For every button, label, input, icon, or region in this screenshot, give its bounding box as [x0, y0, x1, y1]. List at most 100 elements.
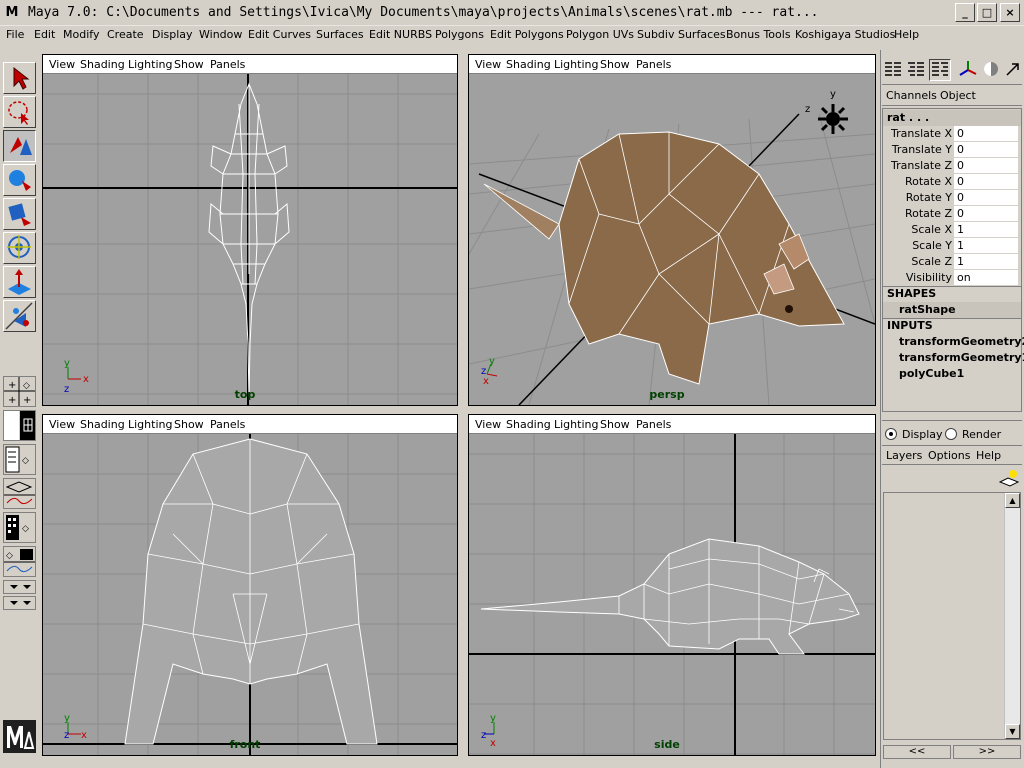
input-node[interactable]: polyCube1 — [899, 367, 964, 380]
maximize-button[interactable]: □ — [977, 3, 997, 22]
vp-menu-lighting[interactable]: Lighting — [128, 58, 172, 71]
menu-file[interactable]: File — [6, 28, 24, 41]
display-radio[interactable] — [885, 428, 897, 440]
lasso-tool-button[interactable] — [3, 96, 36, 128]
vp-menu-show[interactable]: Show — [174, 58, 204, 71]
channel-translate-z[interactable]: Translate Z0 — [884, 158, 1018, 174]
layout-single-button[interactable] — [3, 410, 36, 441]
object-name-row[interactable]: rat . . . — [883, 110, 1021, 126]
input-node[interactable]: transformGeometry2 — [899, 335, 1024, 348]
layout-dropdown-2[interactable] — [3, 596, 36, 610]
channel-value[interactable]: on — [954, 270, 1018, 285]
vp-menu-view[interactable]: View — [49, 58, 75, 71]
menu-edit-polygons[interactable]: Edit Polygons — [490, 28, 564, 41]
vp-menu-lighting[interactable]: Lighting — [554, 418, 598, 431]
help-menu[interactable]: Help — [976, 449, 1001, 462]
layer-list[interactable]: ▲ ▼ — [883, 492, 1021, 740]
new-layer-button[interactable] — [998, 468, 1020, 488]
shape-row[interactable]: ratShape — [883, 302, 1021, 318]
scroll-up-button[interactable]: ▲ — [1005, 493, 1020, 508]
channel-value[interactable]: 0 — [954, 158, 1018, 173]
layout-quad-button[interactable]: + ◇ + + — [3, 376, 36, 407]
rotate-tool-button[interactable] — [3, 198, 36, 230]
object-menu[interactable]: Object — [940, 89, 976, 102]
channel-scale-x[interactable]: Scale X1 — [884, 222, 1018, 238]
vp-menu-panels[interactable]: Panels — [210, 58, 245, 71]
select-tool-button[interactable] — [3, 62, 36, 94]
vp-menu-shading[interactable]: Shading — [506, 58, 551, 71]
vp-menu-shading[interactable]: Shading — [506, 418, 551, 431]
layer-list-scrollbar[interactable]: ▲ ▼ — [1004, 493, 1020, 739]
attribute-editor-toggle-button[interactable] — [906, 60, 928, 80]
menu-window[interactable]: Window — [199, 28, 242, 41]
menu-create[interactable]: Create — [107, 28, 144, 41]
menu-subdiv-surfaces[interactable]: Subdiv Surfaces — [637, 28, 726, 41]
viewport-side[interactable]: View Shading Lighting Show Panels y z x … — [468, 414, 876, 756]
channel-value[interactable]: 0 — [954, 190, 1018, 205]
channel-layer-toggle-button[interactable] — [929, 59, 951, 81]
scroll-down-button[interactable]: ▼ — [1005, 724, 1020, 739]
scale-tool-button[interactable] — [3, 232, 36, 264]
layout-hypershade-button[interactable]: ◇ — [3, 512, 36, 543]
options-menu[interactable]: Options — [928, 449, 970, 462]
vp-menu-view[interactable]: View — [49, 418, 75, 431]
vp-menu-show[interactable]: Show — [600, 58, 630, 71]
channel-value[interactable]: 0 — [954, 174, 1018, 189]
vp-menu-lighting[interactable]: Lighting — [128, 418, 172, 431]
channel-scale-y[interactable]: Scale Y1 — [884, 238, 1018, 254]
shading-button[interactable] — [981, 60, 1001, 80]
menu-edit-nurbs[interactable]: Edit NURBS — [369, 28, 432, 41]
menu-polygons[interactable]: Polygons — [435, 28, 484, 41]
vp-menu-panels[interactable]: Panels — [636, 58, 671, 71]
last-tool-button[interactable] — [3, 300, 36, 332]
layout-outliner-button[interactable]: ◇ — [3, 444, 36, 475]
layout-dropdown-1[interactable] — [3, 580, 36, 594]
menu-modify[interactable]: Modify — [63, 28, 99, 41]
layout-graph-button[interactable] — [3, 478, 36, 509]
channel-value[interactable]: 0 — [954, 206, 1018, 221]
viewport-top[interactable]: View Shading Lighting Show Panels x y z … — [42, 54, 458, 406]
channel-rotate-y[interactable]: Rotate Y0 — [884, 190, 1018, 206]
channel-rotate-x[interactable]: Rotate X0 — [884, 174, 1018, 190]
channel-translate-y[interactable]: Translate Y0 — [884, 142, 1018, 158]
channel-value[interactable]: 1 — [954, 254, 1018, 269]
vp-menu-show[interactable]: Show — [600, 418, 630, 431]
channel-scale-z[interactable]: Scale Z1 — [884, 254, 1018, 270]
vp-menu-view[interactable]: View — [475, 418, 501, 431]
vp-menu-shading[interactable]: Shading — [80, 58, 125, 71]
transform-button[interactable] — [958, 60, 980, 80]
input-node[interactable]: transformGeometry1 — [899, 351, 1024, 364]
manipulator-tool-button[interactable] — [3, 266, 36, 298]
vp-menu-panels[interactable]: Panels — [210, 418, 245, 431]
channel-translate-x[interactable]: Translate X0 — [884, 126, 1018, 142]
menu-surfaces[interactable]: Surfaces — [316, 28, 364, 41]
channel-value[interactable]: 1 — [954, 238, 1018, 253]
vp-menu-lighting[interactable]: Lighting — [554, 58, 598, 71]
channel-value[interactable]: 0 — [954, 126, 1018, 141]
paint-select-tool-button[interactable] — [3, 130, 36, 162]
menu-help[interactable]: Help — [894, 28, 919, 41]
channel-value[interactable]: 1 — [954, 222, 1018, 237]
close-button[interactable]: × — [1000, 3, 1020, 22]
layer-next-button[interactable]: >> — [953, 745, 1021, 759]
move-tool-button[interactable] — [3, 164, 36, 196]
minimize-button[interactable]: _ — [955, 3, 975, 22]
viewport-front[interactable]: View Shading Lighting Show Panels y z x … — [42, 414, 458, 756]
vp-menu-shading[interactable]: Shading — [80, 418, 125, 431]
menu-edit-curves[interactable]: Edit Curves — [248, 28, 311, 41]
layer-prev-button[interactable]: << — [883, 745, 951, 759]
channel-rotate-z[interactable]: Rotate Z0 — [884, 206, 1018, 222]
maya-app-icon[interactable]: M — [4, 5, 20, 21]
channel-value[interactable]: 0 — [954, 142, 1018, 157]
render-radio[interactable] — [945, 428, 957, 440]
layout-script-button[interactable]: ◇ — [3, 546, 36, 577]
menu-edit[interactable]: Edit — [34, 28, 55, 41]
menu-polygon-uvs[interactable]: Polygon UVs — [566, 28, 634, 41]
channel-box-toggle-button[interactable] — [883, 60, 905, 80]
menu-bonus-tools[interactable]: Bonus Tools — [726, 28, 791, 41]
channels-menu[interactable]: Channels — [886, 89, 937, 102]
menu-display[interactable]: Display — [152, 28, 193, 41]
menu-koshigaya-studios[interactable]: Koshigaya Studios — [795, 28, 895, 41]
vp-menu-show[interactable]: Show — [174, 418, 204, 431]
arrow-button[interactable] — [1003, 60, 1023, 80]
